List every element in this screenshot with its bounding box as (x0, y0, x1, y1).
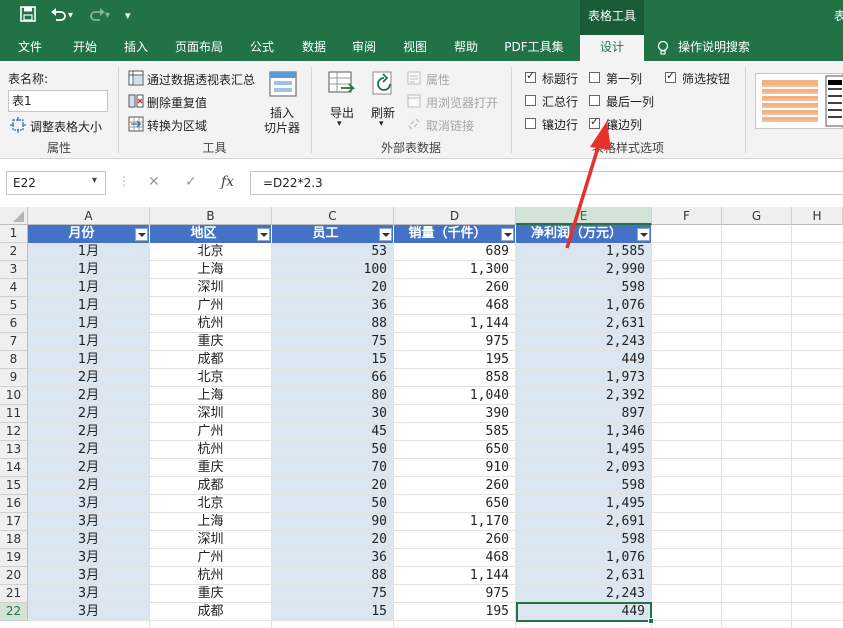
annotation-arrow (565, 121, 611, 249)
